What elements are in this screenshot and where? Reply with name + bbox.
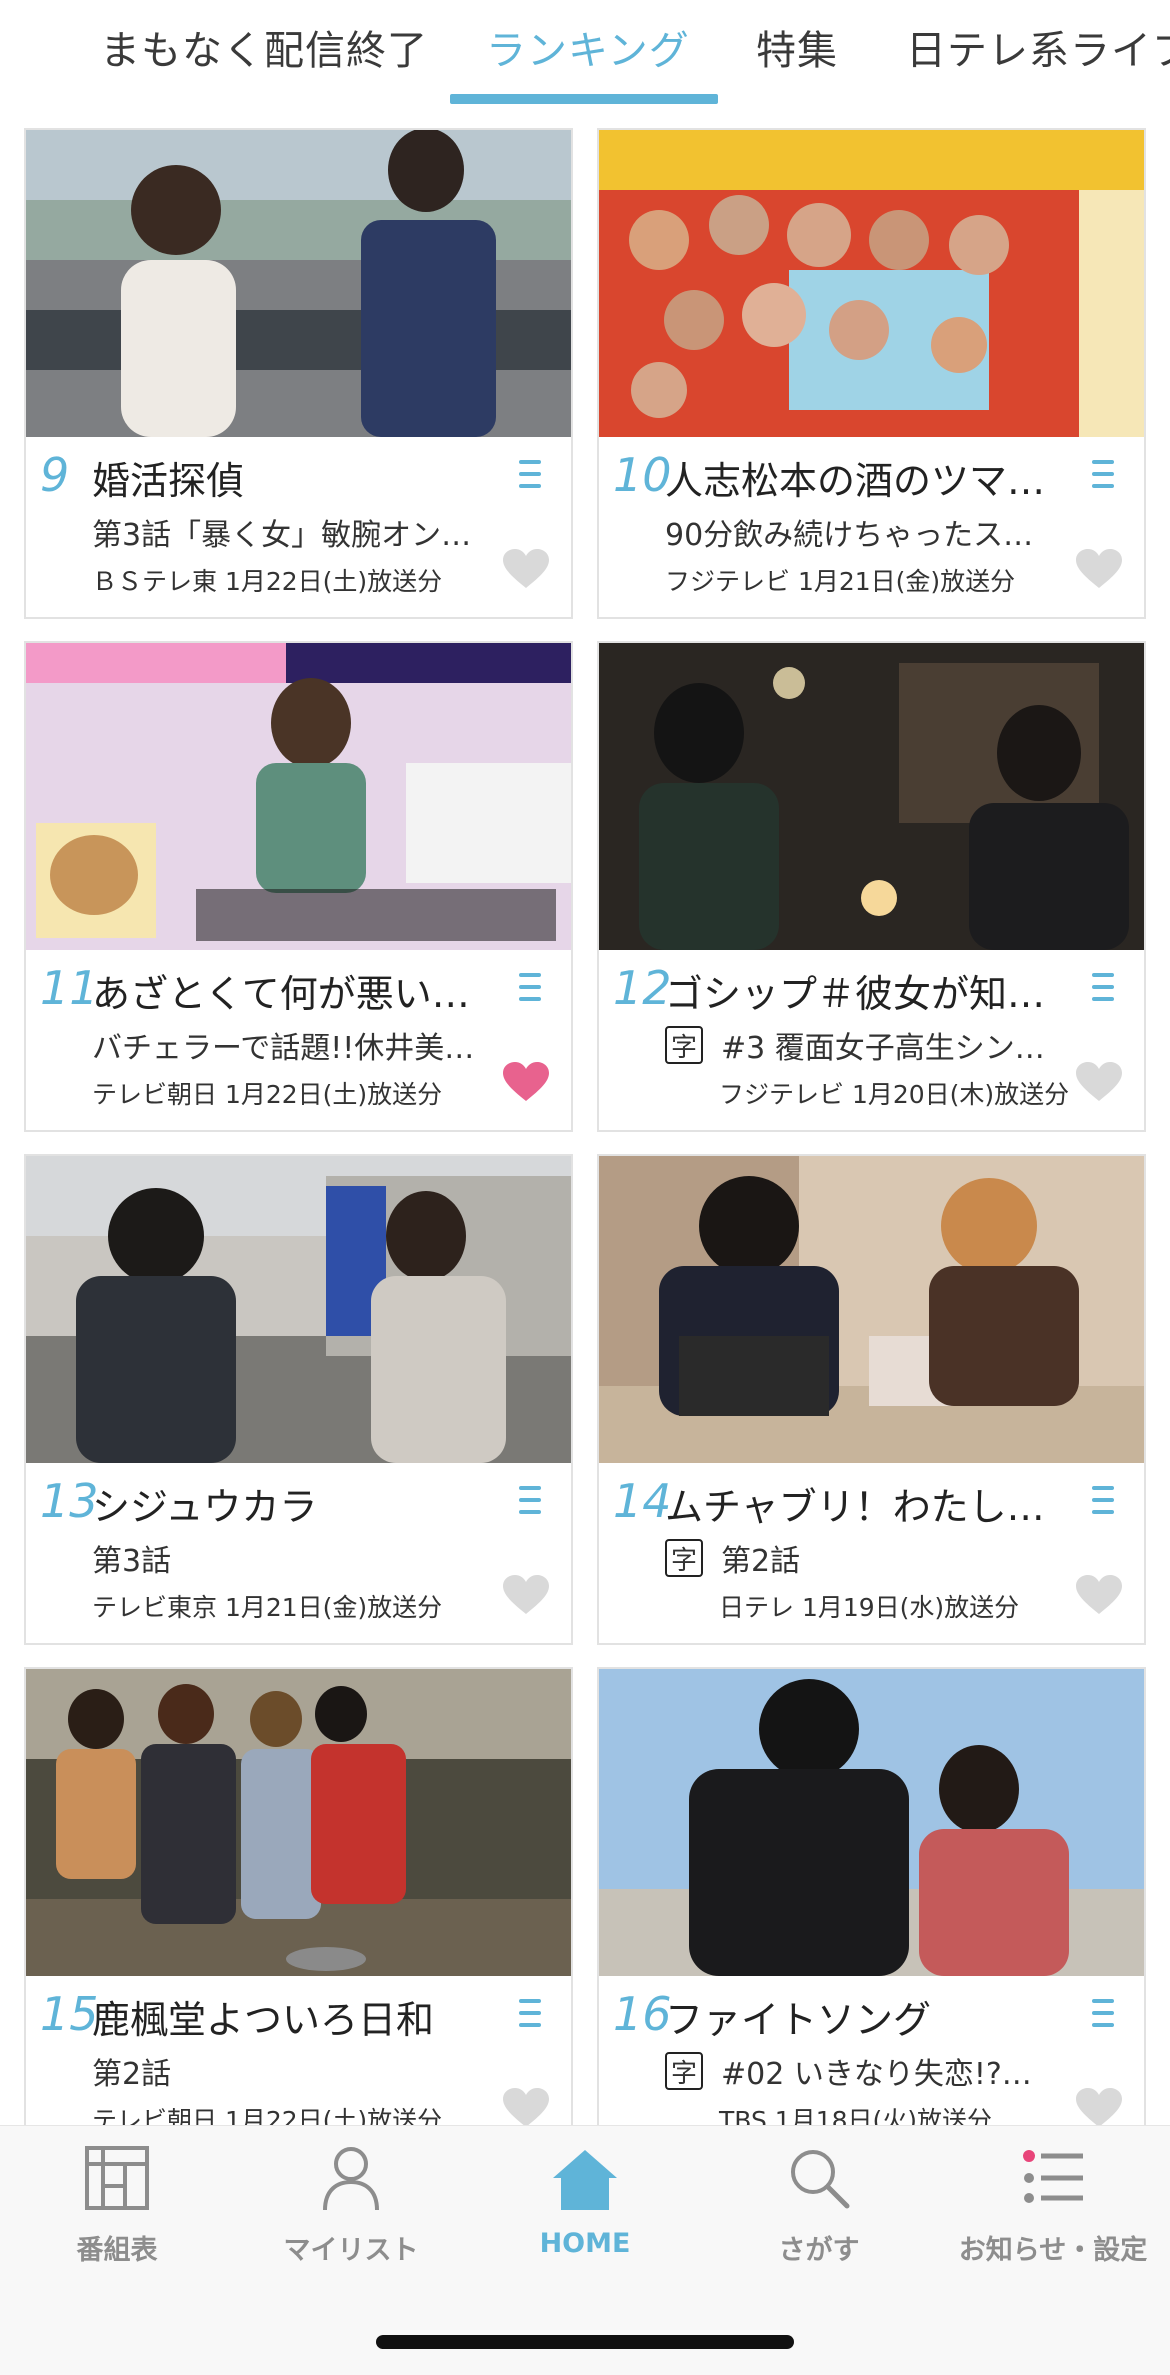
program-thumbnail[interactable] [599, 1156, 1144, 1463]
episode-subtitle: 第2話 [92, 2057, 172, 2092]
broadcast-info: テレビ東京 1月21日(金)放送分 [92, 1593, 443, 1622]
episode-subtitle: 第3話「暴く女」敏腕オン… [92, 518, 472, 553]
list-notification-icon [1023, 2150, 1083, 2203]
program-card[interactable]: 16 ファイトソング 字 #02 いきなり失恋!?… TBS 1月18日(火)放送… [597, 1667, 1146, 2158]
episode-subtitle: 90分飲み続けちゃったス… [665, 518, 1034, 553]
program-title: ファイトソング [665, 1998, 932, 2042]
heart-icon[interactable] [501, 548, 551, 590]
menu-icon[interactable] [519, 1999, 541, 2027]
program-card[interactable]: 15 鹿楓堂よついろ日和 第2話 テレビ朝日 1月22日(土)放送分 [24, 1667, 573, 2158]
person-icon [323, 2147, 379, 2211]
rank-number: 13 [40, 1474, 99, 1528]
program-thumbnail[interactable] [599, 130, 1144, 437]
program-card[interactable]: 12 ゴシップ＃彼女が知… 字 #3 覆面女子高生シン… フジテレビ 1月20日(… [597, 641, 1146, 1132]
heart-icon[interactable] [1074, 1061, 1124, 1103]
nav-label: HOME [539, 2228, 631, 2259]
tab-features[interactable]: 特集 [756, 18, 838, 76]
rank-number: 9 [40, 448, 70, 502]
subtitles-badge: 字 [665, 2052, 703, 2090]
menu-icon[interactable] [1092, 1486, 1114, 1514]
top-tab-bar: まもなく配信終了 ランキング 特集 日テレ系ライブ [0, 0, 1170, 110]
menu-icon[interactable] [1092, 973, 1114, 1001]
program-card[interactable]: 14 ムチャブリ！わたし… 字第2話 日テレ 1月19日(水)放送分 [597, 1154, 1146, 1645]
broadcast-info: ＢＳテレ東 1月22日(土)放送分 [92, 567, 443, 596]
episode-subtitle: バチェラーで話題!!休井美… [92, 1031, 475, 1066]
episode-subtitle: 字 #02 いきなり失恋!?… [665, 2049, 1075, 2093]
program-title: 鹿楓堂よついろ日和 [92, 1998, 435, 2042]
home-icon [553, 2150, 617, 2210]
heart-icon[interactable] [1074, 2087, 1124, 2129]
program-title: 婚活探偵 [92, 459, 245, 503]
heart-icon[interactable] [501, 1061, 551, 1103]
rank-number: 14 [613, 1474, 672, 1528]
heart-icon[interactable] [501, 2087, 551, 2129]
tab-ntv-live[interactable]: 日テレ系ライブ [906, 18, 1170, 76]
subtitles-badge: 字 [665, 1026, 703, 1064]
nav-home[interactable]: HOME [468, 2142, 702, 2282]
broadcast-info: フジテレビ 1月20日(木)放送分 [719, 1080, 1070, 1109]
program-thumbnail[interactable] [599, 643, 1144, 950]
program-title: あざとくて何が悪い… [92, 972, 470, 1016]
program-thumbnail[interactable] [26, 130, 571, 437]
program-title: ムチャブリ！わたし… [665, 1485, 1045, 1529]
program-thumbnail[interactable] [26, 1156, 571, 1463]
episode-subtitle: 第3話 [92, 1544, 172, 1579]
tab-ending-soon[interactable]: まもなく配信終了 [100, 18, 428, 76]
nav-schedule[interactable]: 番組表 [0, 2142, 234, 2282]
program-card[interactable]: 13 シジュウカラ 第3話 テレビ東京 1月21日(金)放送分 [24, 1154, 573, 1645]
nav-label: マイリスト [283, 2235, 419, 2266]
program-thumbnail[interactable] [26, 1669, 571, 1976]
menu-icon[interactable] [519, 973, 541, 1001]
menu-icon[interactable] [519, 1486, 541, 1514]
nav-search[interactable]: さがす [702, 2142, 936, 2282]
home-indicator[interactable] [376, 2335, 794, 2349]
program-card[interactable]: 10 人志松本の酒のツマ… 90分飲み続けちゃったス… フジテレビ 1月21日(… [597, 128, 1146, 619]
menu-icon[interactable] [519, 460, 541, 488]
menu-icon[interactable] [1092, 1999, 1114, 2027]
rank-number: 15 [40, 1987, 99, 2041]
rank-number: 10 [613, 448, 672, 502]
nav-label: 番組表 [76, 2235, 158, 2266]
nav-mylist[interactable]: マイリスト [234, 2142, 468, 2282]
program-thumbnail[interactable] [26, 643, 571, 950]
episode-subtitle: 字第2話 [665, 1536, 1075, 1580]
broadcast-info: テレビ朝日 1月22日(土)放送分 [92, 1080, 443, 1109]
nav-label: さがす [778, 2235, 860, 2266]
tab-ranking[interactable]: ランキング [486, 18, 690, 76]
episode-subtitle: 字 #3 覆面女子高生シン… [665, 1023, 1075, 1067]
rank-number: 16 [613, 1987, 672, 2041]
rank-number: 12 [613, 961, 672, 1015]
broadcast-info: 日テレ 1月19日(水)放送分 [719, 1593, 1020, 1622]
rank-number: 11 [40, 961, 99, 1015]
heart-icon[interactable] [1074, 548, 1124, 590]
broadcast-info: フジテレビ 1月21日(金)放送分 [665, 567, 1016, 596]
heart-icon[interactable] [501, 1574, 551, 1616]
program-card[interactable]: 11 あざとくて何が悪い… バチェラーで話題!!休井美… テレビ朝日 1月22日… [24, 641, 573, 1132]
search-icon [791, 2150, 850, 2209]
program-card[interactable]: 9 婚活探偵 第3話「暴く女」敏腕オン… ＢＳテレ東 1月22日(土)放送分 [24, 128, 573, 619]
nav-settings[interactable]: お知らせ・設定 [936, 2142, 1170, 2282]
heart-icon[interactable] [1074, 1574, 1124, 1616]
menu-icon[interactable] [1092, 460, 1114, 488]
program-title: 人志松本の酒のツマ… [665, 459, 1046, 503]
program-title: ゴシップ＃彼女が知… [665, 972, 1046, 1016]
active-tab-indicator [450, 94, 718, 104]
program-thumbnail[interactable] [599, 1669, 1144, 1976]
subtitles-badge: 字 [665, 1539, 703, 1577]
program-title: シジュウカラ [92, 1485, 318, 1529]
grid-schedule-icon [85, 2146, 149, 2210]
nav-label: お知らせ・設定 [958, 2235, 1148, 2266]
